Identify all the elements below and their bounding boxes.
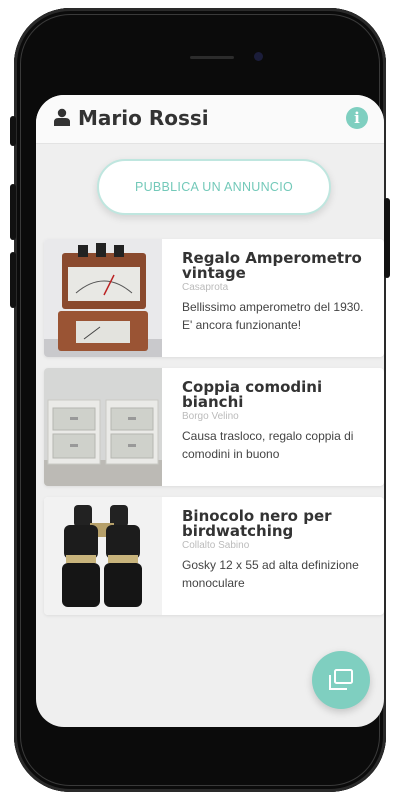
user-icon	[54, 108, 70, 126]
top-bar: Mario Rossi i	[36, 95, 384, 144]
listing-description: Bellissimo amperometro del 1930. E' anco…	[182, 300, 364, 332]
listing-image-nightstands	[44, 368, 162, 486]
listing-body: Binocolo nero per birdwatching Collalto …	[182, 509, 376, 592]
phone-volume-down	[10, 252, 16, 308]
listing-card[interactable]: Binocolo nero per birdwatching Collalto …	[44, 497, 384, 615]
phone-volume-up	[10, 184, 16, 240]
listing-card[interactable]: Coppia comodini bianchi Borgo Velino Cau…	[44, 368, 384, 486]
phone-power-button	[384, 198, 390, 278]
listing-body: Regalo Amperometro vintage Casaprota Bel…	[182, 251, 376, 334]
user-name: Mario Rossi	[78, 106, 209, 130]
listing-title: Regalo Amperometro vintage	[182, 249, 362, 282]
listing-image-binoculars	[44, 497, 162, 615]
app-screen: Mario Rossi i PUBBLICA UN ANNUNCIO Regal…	[36, 95, 384, 727]
phone-camera	[254, 52, 263, 61]
phone-speaker	[190, 56, 234, 59]
listing-location: Borgo Velino	[182, 411, 239, 422]
phone-silent-switch	[10, 116, 16, 146]
listing-location: Casaprota	[182, 282, 229, 293]
listing-location: Collalto Sabino	[182, 540, 250, 551]
publish-listing-button[interactable]: PUBBLICA UN ANNUNCIO	[97, 159, 331, 215]
gallery-icon	[329, 669, 353, 690]
listing-image-ammeter	[44, 239, 162, 357]
listing-title: Coppia comodini bianchi	[182, 378, 323, 411]
listing-body: Coppia comodini bianchi Borgo Velino Cau…	[182, 380, 376, 463]
gallery-fab-button[interactable]	[312, 651, 370, 709]
listing-description: Causa trasloco, regalo coppia di comodin…	[182, 429, 354, 461]
listing-card[interactable]: Regalo Amperometro vintage Casaprota Bel…	[44, 239, 384, 357]
info-icon[interactable]: i	[346, 107, 368, 129]
listing-title: Binocolo nero per birdwatching	[182, 507, 332, 540]
listing-description: Gosky 12 x 55 ad alta definizione monocu…	[182, 558, 359, 590]
